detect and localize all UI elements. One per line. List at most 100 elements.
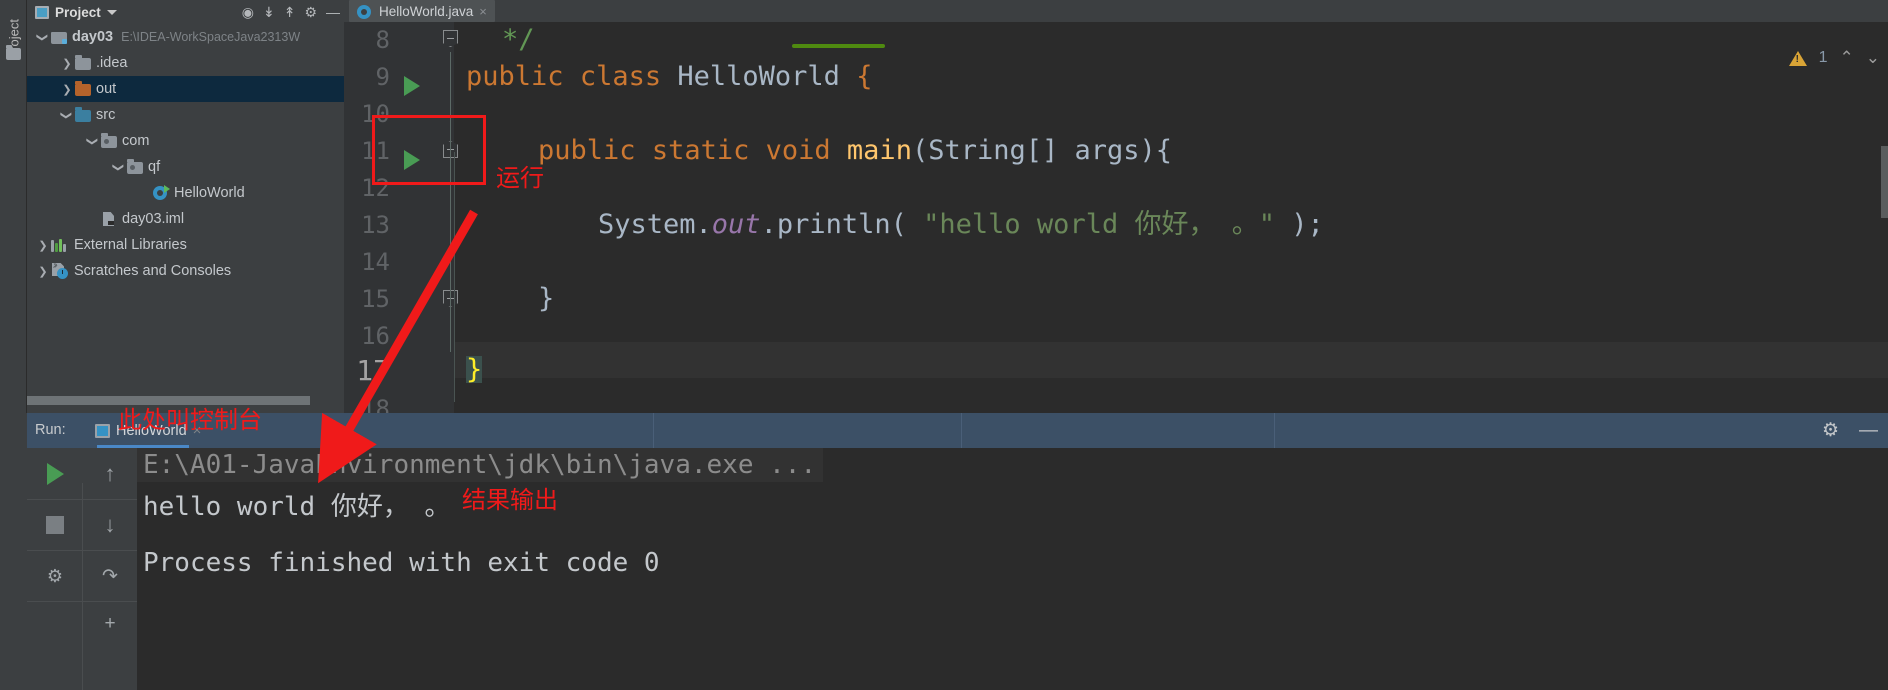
tree-item-scratches-and-consoles[interactable]: Scratches and Consoles (27, 258, 344, 284)
chevron-down-icon[interactable] (106, 9, 117, 15)
tree-item-com[interactable]: com (27, 128, 344, 154)
scroll-down-button[interactable]: ↓ (87, 504, 133, 546)
iml-file-icon (101, 211, 117, 227)
method-name-main: main (846, 135, 912, 166)
run-class-gutter-icon[interactable] (404, 76, 420, 96)
locate-icon[interactable]: ◉ (242, 5, 254, 19)
toolbar-divider (27, 601, 137, 602)
print-button[interactable]: ⚙ (32, 555, 78, 597)
previous-problem-icon[interactable]: ⌃ (1840, 48, 1854, 68)
tree-item-label: com (122, 133, 150, 149)
collapse-all-icon[interactable]: ↡ (263, 5, 275, 19)
hide-icon[interactable]: — (326, 5, 340, 19)
tree-item-label: HelloWorld (174, 185, 245, 201)
scratches-icon (51, 263, 69, 279)
play-icon (46, 463, 64, 485)
editor-tab-helloworld-java[interactable]: HelloWorld.java × (349, 0, 495, 22)
tree-item-idea[interactable]: .idea (27, 50, 344, 76)
minimize-icon[interactable]: — (1859, 420, 1878, 442)
project-files-icon[interactable] (6, 45, 21, 60)
console-output[interactable]: E:\A01-JavaEnvironment\jdk\bin\java.exe … (137, 448, 1888, 690)
gear-icon[interactable]: ⚙ (304, 5, 317, 19)
tree-item-label: qf (148, 159, 161, 175)
tree-item-day03-iml[interactable]: day03.iml (27, 206, 344, 232)
tree-item-external-libraries[interactable]: External Libraries (27, 232, 344, 258)
println-call: .println( (760, 209, 924, 240)
keyword-class: class (579, 61, 662, 92)
annotation-label-run: 运行 (496, 165, 544, 192)
run-panel-side-toolbar: ↑ ↓ ⚙ ↷ + (27, 448, 137, 690)
chevron-down-icon[interactable] (59, 109, 75, 122)
module-folder-icon (51, 31, 67, 44)
next-problem-icon[interactable]: ⌄ (1866, 48, 1880, 68)
fold-marker-icon[interactable] (443, 30, 458, 47)
field-out: out (711, 209, 761, 240)
chevron-right-icon[interactable] (35, 265, 51, 278)
expand-all-icon[interactable]: ↟ (284, 5, 296, 19)
keyword-public: public (466, 61, 564, 92)
method-indent-guide (450, 52, 451, 352)
tree-item-src[interactable]: src (27, 102, 344, 128)
chevron-right-icon[interactable] (59, 57, 75, 70)
chevron-down-icon[interactable] (35, 31, 51, 44)
code-line-13: System.out.println( "hello world 你好， 。" … (598, 211, 1324, 238)
inspection-widget[interactable]: 1 ⌃ ⌄ (1788, 48, 1880, 68)
line-number: 13 (361, 211, 390, 239)
indent-guide (454, 152, 455, 402)
close-icon[interactable]: × (479, 4, 487, 19)
line-number: 14 (361, 248, 390, 276)
project-panel-toolbar: ◉ ↡ ↟ ⚙ — (242, 0, 340, 24)
line-number: 18 (361, 395, 390, 413)
chevron-down-icon[interactable] (111, 161, 127, 174)
tree-item-label: Scratches and Consoles (74, 263, 232, 279)
soft-wrap-button[interactable]: ↷ (87, 555, 133, 597)
stop-button[interactable] (32, 504, 78, 546)
console-finished-line: Process finished with exit code 0 (143, 548, 660, 578)
line-number: 8 (375, 26, 390, 54)
folder-orange-icon (75, 80, 91, 96)
soft-wrap-icon: ↷ (102, 565, 118, 587)
tree-item-out[interactable]: out (27, 76, 344, 102)
code-line-8: */ (502, 24, 535, 55)
package-icon (127, 158, 143, 174)
tree-item-label: out (96, 81, 117, 97)
annotation-box-run-gutter (372, 115, 486, 185)
tree-item-label: src (96, 107, 116, 123)
keyword-public: public (538, 135, 636, 166)
editor-vertical-scrollbar[interactable] (1881, 146, 1888, 218)
statement-tail: ); (1274, 209, 1324, 240)
chevron-right-icon[interactable] (35, 239, 51, 252)
code-line-11: public static void main(String[] args){ (538, 137, 1172, 164)
scroll-up-button[interactable]: ↑ (87, 453, 133, 495)
folder-blue-icon (75, 106, 91, 122)
project-tool-window: Project ◉ ↡ ↟ ⚙ — day03 E:\IDEA-WorkSpac… (27, 0, 344, 413)
rerun-button[interactable] (32, 453, 78, 495)
console-output-line: hello world 你好， 。 (143, 492, 451, 522)
run-panel-label: Run: (35, 422, 66, 438)
intellij-idea-window: Project Structure Project ◉ ↡ ↟ ⚙ — day0… (0, 0, 1888, 690)
code-editor[interactable]: 8 9 10 11 12 13 14 15 16 17 18 */ public… (344, 22, 1888, 413)
tree-item-label: .idea (96, 55, 128, 71)
code-text[interactable]: */ public class HelloWorld { public stat… (462, 22, 1888, 413)
header-divider (653, 413, 654, 448)
code-line-9: public class HelloWorld { (466, 63, 872, 90)
tree-item-day03[interactable]: day03 E:\IDEA-WorkSpaceJava2313W (27, 24, 344, 50)
tree-item-label: External Libraries (74, 237, 187, 253)
header-divider (961, 413, 962, 448)
chevron-right-icon[interactable] (59, 83, 75, 96)
gear-icon[interactable]: ⚙ (1822, 419, 1839, 442)
toolbar-divider (27, 499, 137, 500)
code-line-15: } (538, 283, 555, 314)
arrow-down-icon: ↓ (104, 512, 116, 537)
run-configuration-icon (95, 423, 110, 438)
project-icon (35, 5, 49, 19)
editor-gutter[interactable]: 8 9 10 11 12 13 14 15 16 17 18 (344, 22, 458, 413)
tree-item-helloworld[interactable]: HelloWorld (27, 180, 344, 206)
stop-icon (46, 516, 64, 534)
chevron-down-icon[interactable] (85, 135, 101, 148)
editor-tab-label: HelloWorld.java (379, 3, 474, 19)
more-button[interactable]: + (87, 603, 133, 645)
tree-item-qf[interactable]: qf (27, 154, 344, 180)
open-brace: { (856, 61, 873, 92)
header-divider (1274, 413, 1275, 448)
